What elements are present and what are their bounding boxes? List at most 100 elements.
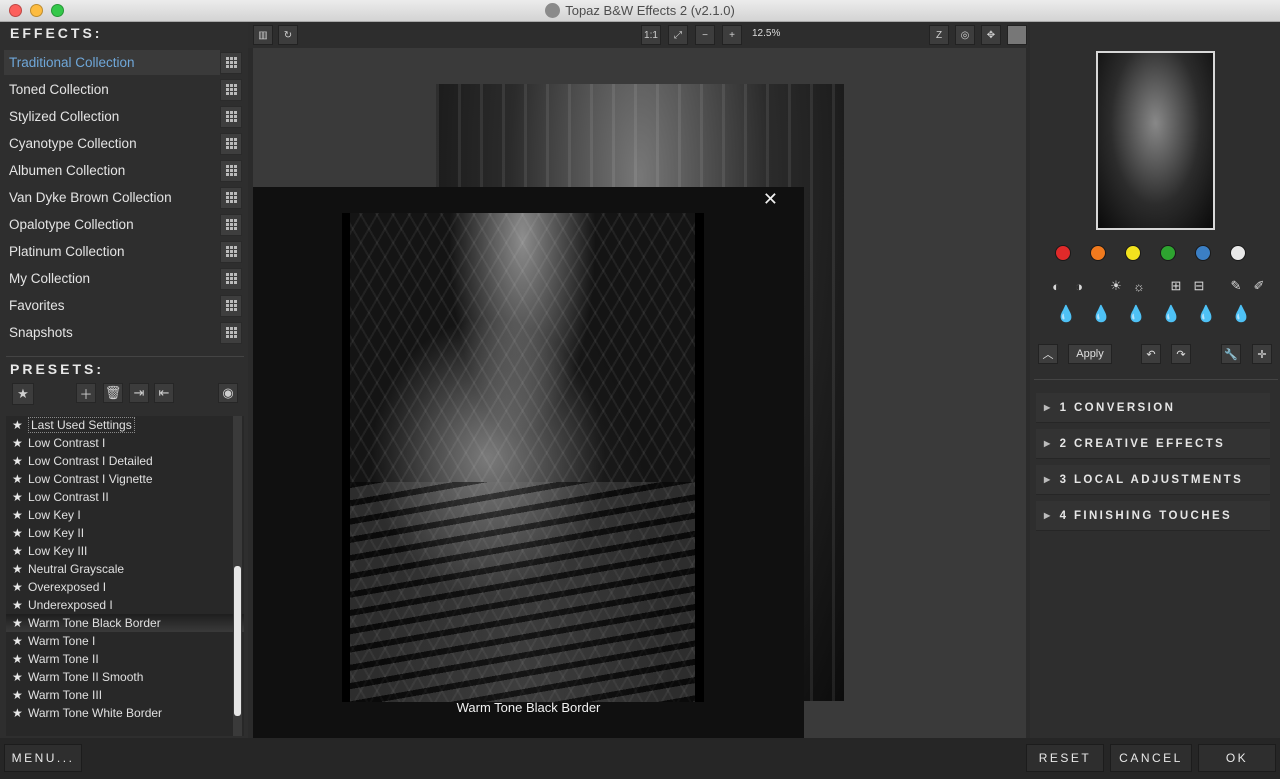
brush-alt-icon[interactable]: ✐ [1250, 277, 1268, 295]
topaz-z-icon[interactable]: Z [929, 25, 949, 45]
wrench-icon[interactable]: 🔧 [1221, 344, 1241, 364]
preset-item[interactable]: ★ Low Key I [6, 506, 244, 524]
preset-item[interactable]: ★ Low Contrast I Detailed [6, 452, 244, 470]
apply-button[interactable]: Apply [1068, 344, 1112, 364]
close-window-button[interactable] [9, 4, 22, 17]
preset-item[interactable]: ★ Underexposed I [6, 596, 244, 614]
navigator-thumbnail[interactable] [1096, 51, 1215, 230]
brightness-alt-icon[interactable]: ☼ [1130, 277, 1148, 295]
grid-view-icon[interactable] [220, 321, 242, 344]
effect-collection-item[interactable]: Stylized Collection [4, 103, 244, 130]
trash-icon[interactable]: 🗑 [103, 383, 123, 403]
collapse-icon[interactable]: ︿ [1038, 344, 1058, 364]
zoom-in-icon[interactable]: + [722, 25, 742, 45]
color-dot[interactable] [1125, 245, 1141, 261]
preset-item[interactable]: ★ Warm Tone I [6, 632, 244, 650]
fit-screen-icon[interactable]: ⤢ [668, 25, 688, 45]
star-icon[interactable]: ★ [12, 383, 34, 405]
zoom-1to1-button[interactable]: 1:1 [641, 25, 661, 45]
dodge-icon[interactable]: ◑ [1070, 277, 1088, 295]
star-icon[interactable]: ★ [12, 562, 28, 576]
undo-icon[interactable]: ↶ [1141, 344, 1161, 364]
preset-item[interactable]: ★ Low Key II [6, 524, 244, 542]
star-icon[interactable]: ★ [12, 706, 28, 720]
cancel-button[interactable]: CANCEL [1110, 744, 1192, 772]
color-dot[interactable] [1055, 245, 1071, 261]
star-icon[interactable]: ★ [12, 454, 28, 468]
drop-icon[interactable]: 💧 [1161, 306, 1181, 324]
presets-scrollbar[interactable] [233, 416, 242, 736]
grid-view-icon[interactable] [220, 78, 242, 101]
preset-item[interactable]: ★ Low Contrast II [6, 488, 244, 506]
star-icon[interactable]: ★ [12, 508, 28, 522]
preset-item[interactable]: ★ Neutral Grayscale [6, 560, 244, 578]
star-icon[interactable]: ★ [12, 616, 28, 630]
minimize-window-button[interactable] [30, 4, 43, 17]
star-icon[interactable]: ★ [12, 634, 28, 648]
section-finishing-touches[interactable]: ▶ 4 FINISHING TOUCHES [1036, 501, 1270, 531]
effect-collection-item[interactable]: Platinum Collection [4, 238, 244, 265]
preset-item[interactable]: ★ Overexposed I [6, 578, 244, 596]
effect-collection-item[interactable]: Traditional Collection [4, 49, 244, 76]
grid-view-icon[interactable] [220, 132, 242, 155]
camera-icon[interactable]: ◉ [218, 383, 238, 403]
add-preset-icon[interactable]: ＋ [76, 383, 96, 403]
section-conversion[interactable]: ▶ 1 CONVERSION [1036, 393, 1270, 423]
color-dot[interactable] [1195, 245, 1211, 261]
preset-item[interactable]: ★ Last Used Settings [6, 416, 244, 434]
preset-item[interactable]: ★ Warm Tone White Border [6, 704, 244, 722]
brush-icon[interactable]: ✎ [1227, 277, 1245, 295]
effect-collection-item[interactable]: Favorites [4, 292, 244, 319]
effect-collection-item[interactable]: Toned Collection [4, 76, 244, 103]
drop-icon[interactable]: 💧 [1126, 306, 1146, 324]
effect-collection-item[interactable]: Opalotype Collection [4, 211, 244, 238]
drop-icon[interactable]: 💧 [1231, 306, 1251, 324]
zoom-window-button[interactable] [51, 4, 64, 17]
section-local-adjustments[interactable]: ▶ 3 LOCAL ADJUSTMENTS [1036, 465, 1270, 495]
preset-item[interactable]: ★ Low Contrast I Vignette [6, 470, 244, 488]
effect-collection-item[interactable]: My Collection [4, 265, 244, 292]
brightness-icon[interactable]: ☀ [1107, 277, 1125, 295]
preset-item[interactable]: ★ Warm Tone III [6, 686, 244, 704]
target-icon[interactable]: ◎ [955, 25, 975, 45]
burn-icon[interactable]: ◐ [1047, 277, 1065, 295]
grid-view-icon[interactable] [220, 213, 242, 236]
star-icon[interactable]: ★ [12, 580, 28, 594]
drop-icon[interactable]: 💧 [1056, 306, 1076, 324]
pan-icon[interactable]: ✥ [981, 25, 1001, 45]
grid-view-icon[interactable] [220, 267, 242, 290]
drop-icon[interactable]: 💧 [1196, 306, 1216, 324]
effect-collection-item[interactable]: Albumen Collection [4, 157, 244, 184]
star-icon[interactable]: ★ [12, 436, 28, 450]
close-icon[interactable]: ✕ [763, 189, 778, 210]
star-icon[interactable]: ★ [12, 472, 28, 486]
effect-collection-item[interactable]: Cyanotype Collection [4, 130, 244, 157]
import-icon[interactable]: ⇥ [129, 383, 149, 403]
effect-collection-item[interactable]: Van Dyke Brown Collection [4, 184, 244, 211]
star-icon[interactable]: ★ [12, 526, 28, 540]
preset-item[interactable]: ★ Low Contrast I [6, 434, 244, 452]
star-icon[interactable]: ★ [12, 418, 28, 432]
grid-view-icon[interactable] [220, 159, 242, 182]
preset-item[interactable]: ★ Warm Tone II [6, 650, 244, 668]
section-creative-effects[interactable]: ▶ 2 CREATIVE EFFECTS [1036, 429, 1270, 459]
grid-view-icon[interactable] [220, 51, 242, 74]
preset-item[interactable]: ★ Warm Tone II Smooth [6, 668, 244, 686]
ok-button[interactable]: OK [1198, 744, 1276, 772]
refresh-icon[interactable]: ↻ [278, 25, 298, 45]
star-icon[interactable]: ★ [12, 688, 28, 702]
grid-view-icon[interactable] [220, 186, 242, 209]
redo-icon[interactable]: ↷ [1171, 344, 1191, 364]
zoom-out-icon[interactable]: − [695, 25, 715, 45]
split-view-icon[interactable]: ▥ [253, 25, 273, 45]
grid-view-icon[interactable] [220, 240, 242, 263]
export-icon[interactable]: ⇤ [154, 383, 174, 403]
drop-icon[interactable]: 💧 [1091, 306, 1111, 324]
preview-canvas[interactable]: ✕ Warm Tone Black Border [253, 48, 1026, 738]
color-dot[interactable] [1160, 245, 1176, 261]
star-icon[interactable]: ★ [12, 490, 28, 504]
color-dot[interactable] [1230, 245, 1246, 261]
preset-item[interactable]: ★ Warm Tone Black Border [6, 614, 244, 632]
color-dot[interactable] [1090, 245, 1106, 261]
menu-button[interactable]: MENU... [4, 744, 82, 772]
